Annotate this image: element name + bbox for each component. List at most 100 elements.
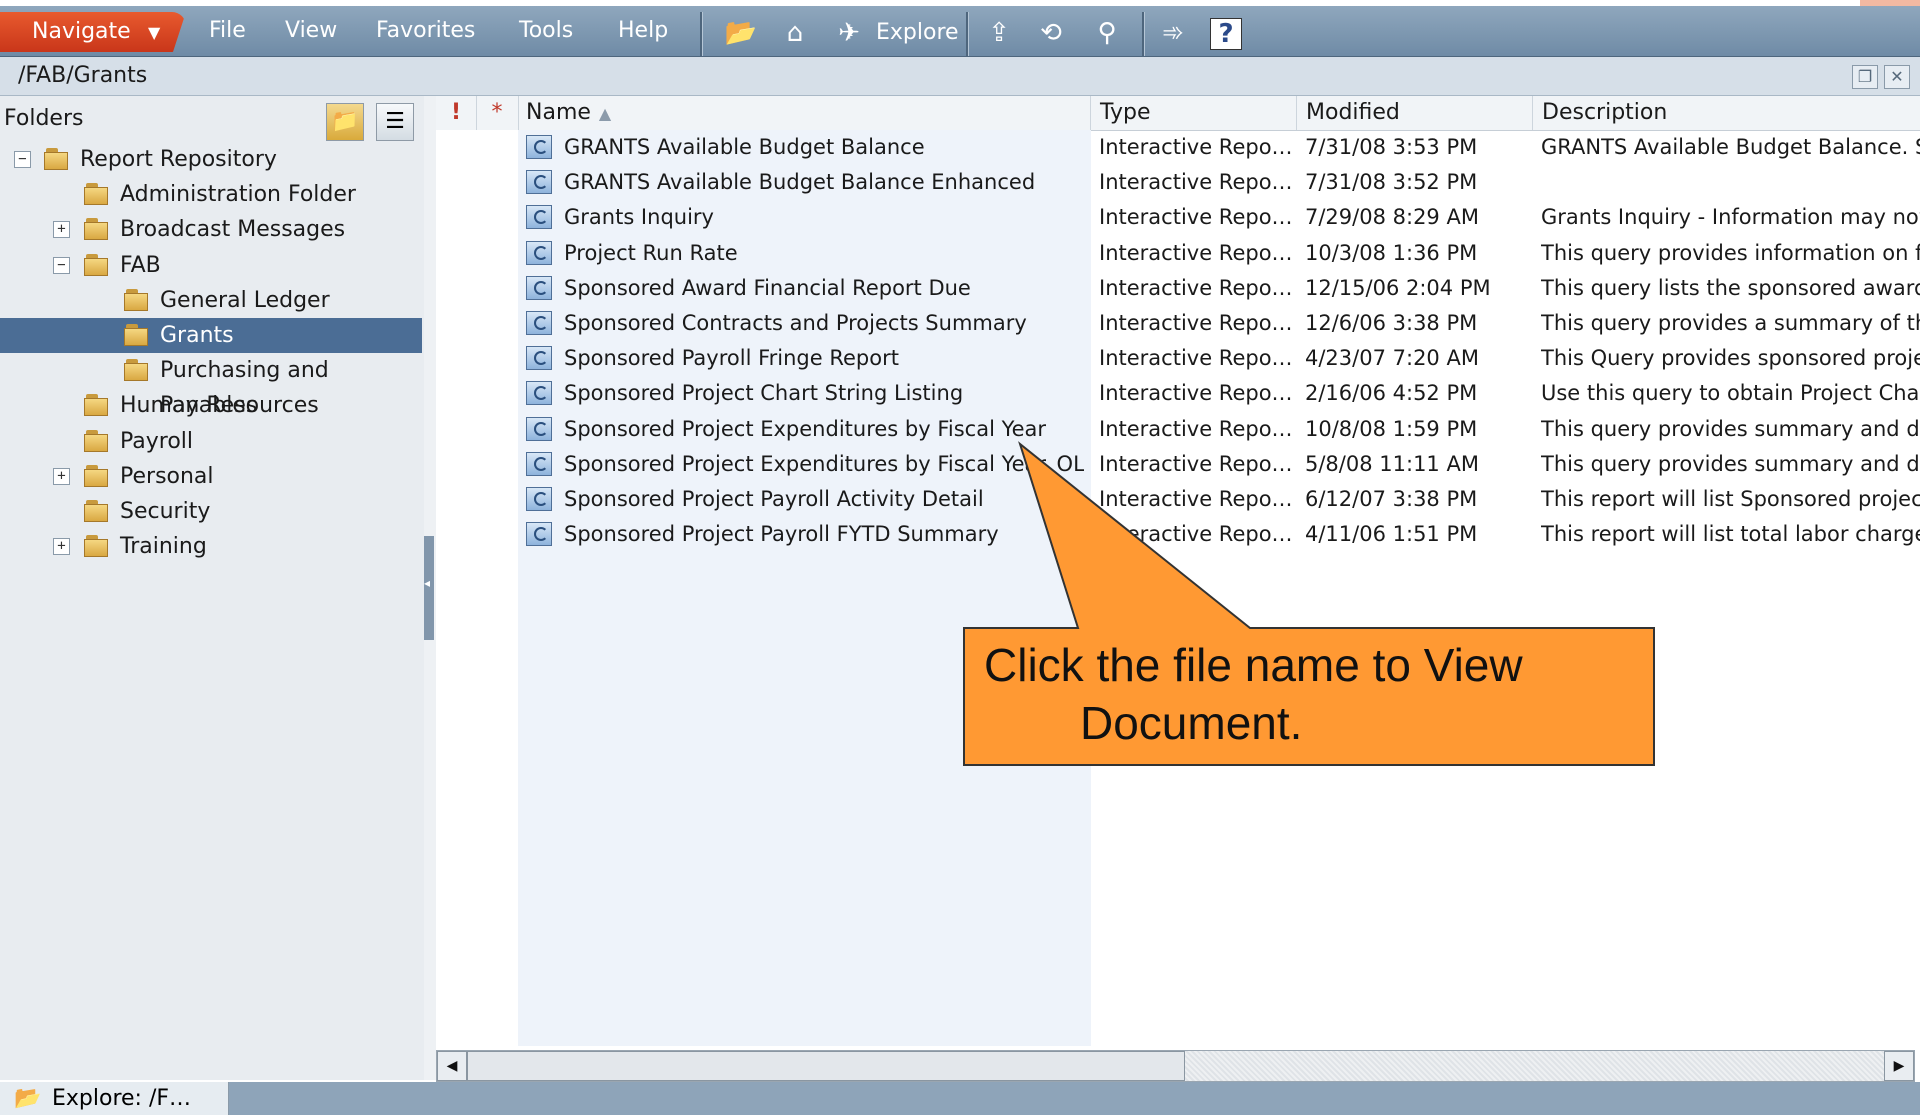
- flag-column-header[interactable]: !: [436, 96, 477, 130]
- file-type: Interactive Repo…: [1099, 170, 1293, 195]
- file-row[interactable]: Sponsored Project Payroll Activity Detai…: [436, 482, 1920, 517]
- maximize-icon[interactable]: ❐: [1852, 65, 1878, 89]
- interactive-report-icon[interactable]: [526, 346, 552, 371]
- interactive-report-icon[interactable]: [526, 170, 552, 195]
- description-column-header[interactable]: Description: [1533, 96, 1920, 130]
- menu-file[interactable]: File: [209, 16, 246, 46]
- file-row[interactable]: GRANTS Available Budget Balance Interacti…: [436, 130, 1920, 165]
- expand-icon[interactable]: +: [53, 221, 70, 239]
- expand-icon[interactable]: +: [53, 538, 70, 556]
- file-description: Grants Inquiry - Information may now: [1541, 205, 1920, 230]
- interactive-report-icon[interactable]: [526, 522, 552, 547]
- menu-view[interactable]: View: [285, 16, 337, 46]
- navigate-button[interactable]: Navigate ▼: [0, 12, 186, 52]
- tree-item-broadcast-messages[interactable]: + Broadcast Messages: [0, 212, 422, 247]
- close-icon[interactable]: ✕: [1884, 65, 1910, 89]
- file-name-link[interactable]: Grants Inquiry: [564, 200, 1084, 235]
- file-modified: 12/6/06 3:38 PM: [1305, 311, 1478, 335]
- horizontal-scrollbar[interactable]: ◀ ▶: [436, 1050, 1915, 1082]
- file-description: GRANTS Available Budget Balance. Se: [1541, 135, 1920, 159]
- collapse-icon[interactable]: −: [53, 256, 70, 274]
- interactive-report-icon[interactable]: [526, 135, 552, 159]
- export-icon[interactable]: ➾: [1156, 18, 1190, 48]
- file-name-link[interactable]: GRANTS Available Budget Balance: [564, 130, 1084, 165]
- file-name-link[interactable]: Sponsored Project Expenditures by Fiscal…: [564, 412, 1084, 447]
- file-modified: 4/23/07 7:20 AM: [1305, 346, 1479, 371]
- menu-help[interactable]: Help: [618, 16, 668, 46]
- interactive-report-icon[interactable]: [526, 451, 552, 476]
- tree-item-security[interactable]: Security: [0, 494, 422, 529]
- file-type: Interactive Repo…: [1099, 416, 1293, 441]
- tree-item-payroll[interactable]: Payroll: [0, 424, 422, 459]
- file-name-link[interactable]: Sponsored Contracts and Projects Summary: [564, 306, 1084, 341]
- collapse-handle[interactable]: [424, 536, 434, 640]
- file-row[interactable]: Sponsored Award Financial Report Due Inte…: [436, 271, 1920, 306]
- file-row[interactable]: Sponsored Project Payroll FYTD Summary In…: [436, 517, 1920, 552]
- tree-item-purchasing-and-payables[interactable]: Purchasing and Payables: [0, 353, 422, 418]
- file-row[interactable]: Sponsored Payroll Fringe Report Interacti…: [436, 341, 1920, 376]
- file-row[interactable]: Sponsored Project Chart String Listing In…: [436, 376, 1920, 411]
- file-row[interactable]: Grants Inquiry Interactive Repo… 7/29/08 8…: [436, 200, 1920, 235]
- panel-splitter[interactable]: [424, 96, 436, 1080]
- file-name-link[interactable]: Sponsored Project Chart String Listing: [564, 376, 1084, 411]
- file-name-link[interactable]: GRANTS Available Budget Balance Enhanced: [564, 165, 1084, 200]
- interactive-report-icon[interactable]: [526, 416, 552, 441]
- upload-icon[interactable]: ⇪: [982, 18, 1016, 48]
- tree-item-training[interactable]: + Training: [0, 529, 422, 564]
- folder-icon: [124, 359, 148, 382]
- interactive-report-icon[interactable]: [526, 275, 552, 300]
- status-bar: 📂 Explore: /F…: [0, 1082, 1920, 1115]
- tree-item-human-resources[interactable]: Human Resources: [0, 388, 422, 423]
- folder-icon: [84, 183, 108, 206]
- expand-icon[interactable]: +: [53, 467, 70, 485]
- tree-item-general-ledger[interactable]: General Ledger: [0, 283, 422, 318]
- file-name-link[interactable]: Sponsored Award Financial Report Due: [564, 271, 1084, 306]
- scroll-thumb[interactable]: [467, 1051, 1185, 1081]
- tree-item-personal[interactable]: + Personal: [0, 459, 422, 494]
- folders-view-icon[interactable]: 📁: [326, 103, 364, 141]
- menu-tools[interactable]: Tools: [519, 16, 573, 46]
- file-description: This query provides information on fina: [1541, 240, 1920, 265]
- modified-column-header[interactable]: Modified: [1297, 96, 1533, 130]
- file-row[interactable]: GRANTS Available Budget Balance Enhanced…: [436, 165, 1920, 200]
- scroll-right-icon[interactable]: ▶: [1884, 1051, 1914, 1081]
- file-row[interactable]: Project Run Rate Interactive Repo… 10/3/08…: [436, 236, 1920, 271]
- help-icon[interactable]: ?: [1210, 18, 1242, 50]
- open-folder-icon[interactable]: 📂: [724, 18, 758, 48]
- interactive-report-icon[interactable]: [526, 487, 552, 511]
- file-name-link[interactable]: Sponsored Payroll Fringe Report: [564, 341, 1084, 376]
- interactive-report-icon[interactable]: [526, 311, 552, 335]
- properties-icon[interactable]: ☰: [376, 103, 414, 141]
- search-icon[interactable]: ⚲: [1090, 18, 1124, 48]
- new-column-header[interactable]: *: [476, 96, 519, 130]
- interactive-report-icon[interactable]: [526, 240, 552, 265]
- toolbar-separator: [966, 12, 969, 56]
- file-name-link[interactable]: Sponsored Project Payroll Activity Detai…: [564, 482, 1084, 517]
- scroll-left-icon[interactable]: ◀: [437, 1051, 467, 1081]
- collapse-icon[interactable]: −: [14, 151, 31, 168]
- file-type: Interactive Repo…: [1099, 240, 1293, 265]
- file-description: This report will list Sponsored project …: [1541, 487, 1920, 511]
- file-list: ! * Name ▲ Type Modified Description GRAN…: [436, 96, 1920, 1080]
- menu-favorites[interactable]: Favorites: [376, 16, 475, 46]
- tree-item-grants[interactable]: Grants: [0, 318, 422, 353]
- interactive-report-icon[interactable]: [526, 205, 552, 230]
- file-modified: 10/3/08 1:36 PM: [1305, 240, 1478, 265]
- tree-item-fab[interactable]: − FAB: [0, 248, 422, 283]
- home-icon[interactable]: ⌂: [778, 18, 812, 48]
- file-name-link[interactable]: Sponsored Project Payroll FYTD Summary: [564, 517, 1084, 552]
- type-column-header[interactable]: Type: [1091, 96, 1297, 130]
- tree-item-report-repository[interactable]: − Report Repository: [0, 142, 422, 177]
- file-name-link[interactable]: Sponsored Project Expenditures by Fiscal…: [564, 447, 1084, 482]
- name-column-header[interactable]: Name ▲: [518, 96, 1091, 130]
- interactive-report-icon[interactable]: [526, 381, 552, 406]
- explore-tab[interactable]: 📂 Explore: /F…: [0, 1082, 229, 1115]
- tree-item-administration-folder[interactable]: Administration Folder: [0, 177, 422, 212]
- explore-icon[interactable]: ✈: [832, 18, 866, 48]
- file-name-link[interactable]: Project Run Rate: [564, 236, 1084, 271]
- sync-icon[interactable]: ⟲: [1034, 18, 1068, 48]
- file-row[interactable]: Sponsored Project Expenditures by Fiscal…: [436, 447, 1920, 482]
- file-row[interactable]: Sponsored Contracts and Projects Summary…: [436, 306, 1920, 341]
- explore-button[interactable]: Explore: [876, 20, 959, 45]
- file-row[interactable]: Sponsored Project Expenditures by Fiscal…: [436, 412, 1920, 447]
